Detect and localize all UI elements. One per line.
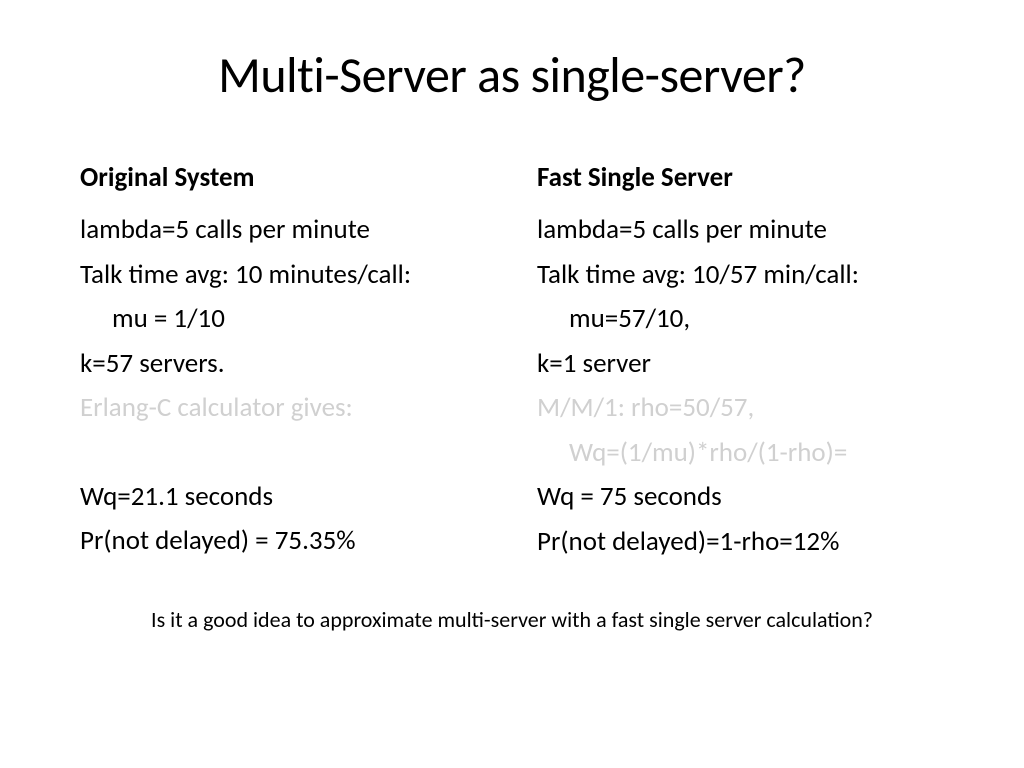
left-body: lambda=5 calls per minuteTalk time avg: … (80, 208, 507, 564)
left-column: Original System lambda=5 calls per minut… (60, 161, 507, 564)
text-line: Erlang-C calculator gives: (80, 386, 507, 431)
text-line: Wq=21.1 seconds (80, 475, 507, 520)
text-line: mu=57/10, (537, 297, 964, 342)
text-line: Wq = 75 seconds (537, 475, 964, 520)
right-body: lambda=5 calls per minuteTalk time avg: … (537, 208, 964, 564)
left-heading: Original System (80, 161, 507, 194)
footer-question: Is it a good idea to approximate multi-s… (60, 606, 964, 633)
text-line (80, 431, 507, 475)
text-line: lambda=5 calls per minute (80, 208, 507, 253)
columns-container: Original System lambda=5 calls per minut… (60, 161, 964, 564)
text-line: lambda=5 calls per minute (537, 208, 964, 253)
right-column: Fast Single Server lambda=5 calls per mi… (527, 161, 964, 564)
text-line: M/M/1: rho=50/57, (537, 386, 964, 431)
right-heading: Fast Single Server (537, 161, 964, 194)
slide-title: Multi-Server as single-server? (60, 45, 964, 106)
text-line: mu = 1/10 (80, 297, 507, 342)
text-line: Talk time avg: 10 minutes/call: (80, 253, 507, 298)
text-line: k=57 servers. (80, 342, 507, 387)
text-line: Pr(not delayed) = 75.35% (80, 519, 507, 564)
text-line: Talk time avg: 10/57 min/call: (537, 253, 964, 298)
text-line: k=1 server (537, 342, 964, 387)
text-line: Pr(not delayed)=1-rho=12% (537, 520, 964, 565)
text-line: Wq=(1/mu)*rho/(1-rho)= (537, 431, 964, 476)
